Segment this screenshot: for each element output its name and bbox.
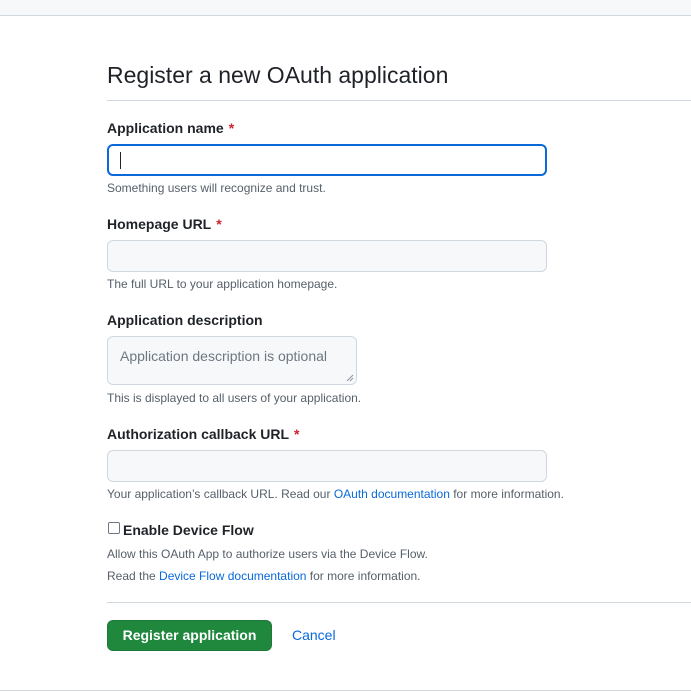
homepage-url-input[interactable] — [107, 240, 547, 272]
required-marker: * — [216, 216, 222, 232]
text-caret — [120, 152, 121, 169]
app-name-input[interactable] — [107, 144, 547, 176]
callback-url-label: Authorization callback URL * — [107, 424, 299, 444]
page-header-band — [0, 0, 691, 16]
callback-url-input[interactable] — [107, 450, 547, 482]
app-name-hint: Something users will recognize and trust… — [107, 181, 326, 195]
device-flow-description: Allow this OAuth App to authorize users … — [107, 547, 428, 561]
oauth-documentation-link[interactable]: OAuth documentation — [334, 487, 450, 501]
device-flow-docs-suffix: for more information. — [306, 569, 421, 583]
cancel-link[interactable]: Cancel — [292, 626, 336, 644]
app-name-label-text: Application name — [107, 120, 224, 136]
callback-url-hint: Your application’s callback URL. Read ou… — [107, 486, 564, 502]
homepage-url-label: Homepage URL * — [107, 214, 222, 234]
page-title: Register a new OAuth application — [107, 62, 449, 88]
app-name-label: Application name * — [107, 118, 234, 138]
homepage-url-label-text: Homepage URL — [107, 216, 212, 232]
homepage-url-hint: The full URL to your application homepag… — [107, 277, 338, 291]
device-flow-docs-prefix: Read the — [107, 569, 160, 583]
footer-divider — [0, 690, 691, 691]
description-label: Application description — [107, 312, 263, 328]
callback-hint-prefix: Your application’s callback URL. Read ou… — [107, 487, 334, 501]
callback-url-label-text: Authorization callback URL — [107, 426, 290, 442]
register-application-button[interactable]: Register application — [107, 620, 272, 651]
required-marker: * — [228, 120, 235, 136]
device-flow-documentation-link[interactable]: Device Flow documentation — [159, 569, 306, 583]
enable-device-flow-checkbox[interactable] — [108, 522, 120, 534]
device-flow-docs-note: Read the Device Flow documentation for m… — [107, 568, 421, 584]
title-divider — [107, 100, 691, 101]
description-hint: This is displayed to all users of your a… — [107, 391, 362, 405]
description-placeholder: Application description is optional — [120, 348, 328, 364]
form-actions-divider — [107, 602, 691, 603]
description-textarea[interactable]: Application description is optional — [107, 336, 357, 385]
enable-device-flow-label[interactable]: Enable Device Flow — [123, 520, 254, 540]
resize-grip-icon[interactable] — [346, 374, 354, 382]
callback-hint-suffix: for more information. — [449, 487, 564, 501]
required-marker: * — [294, 426, 300, 442]
